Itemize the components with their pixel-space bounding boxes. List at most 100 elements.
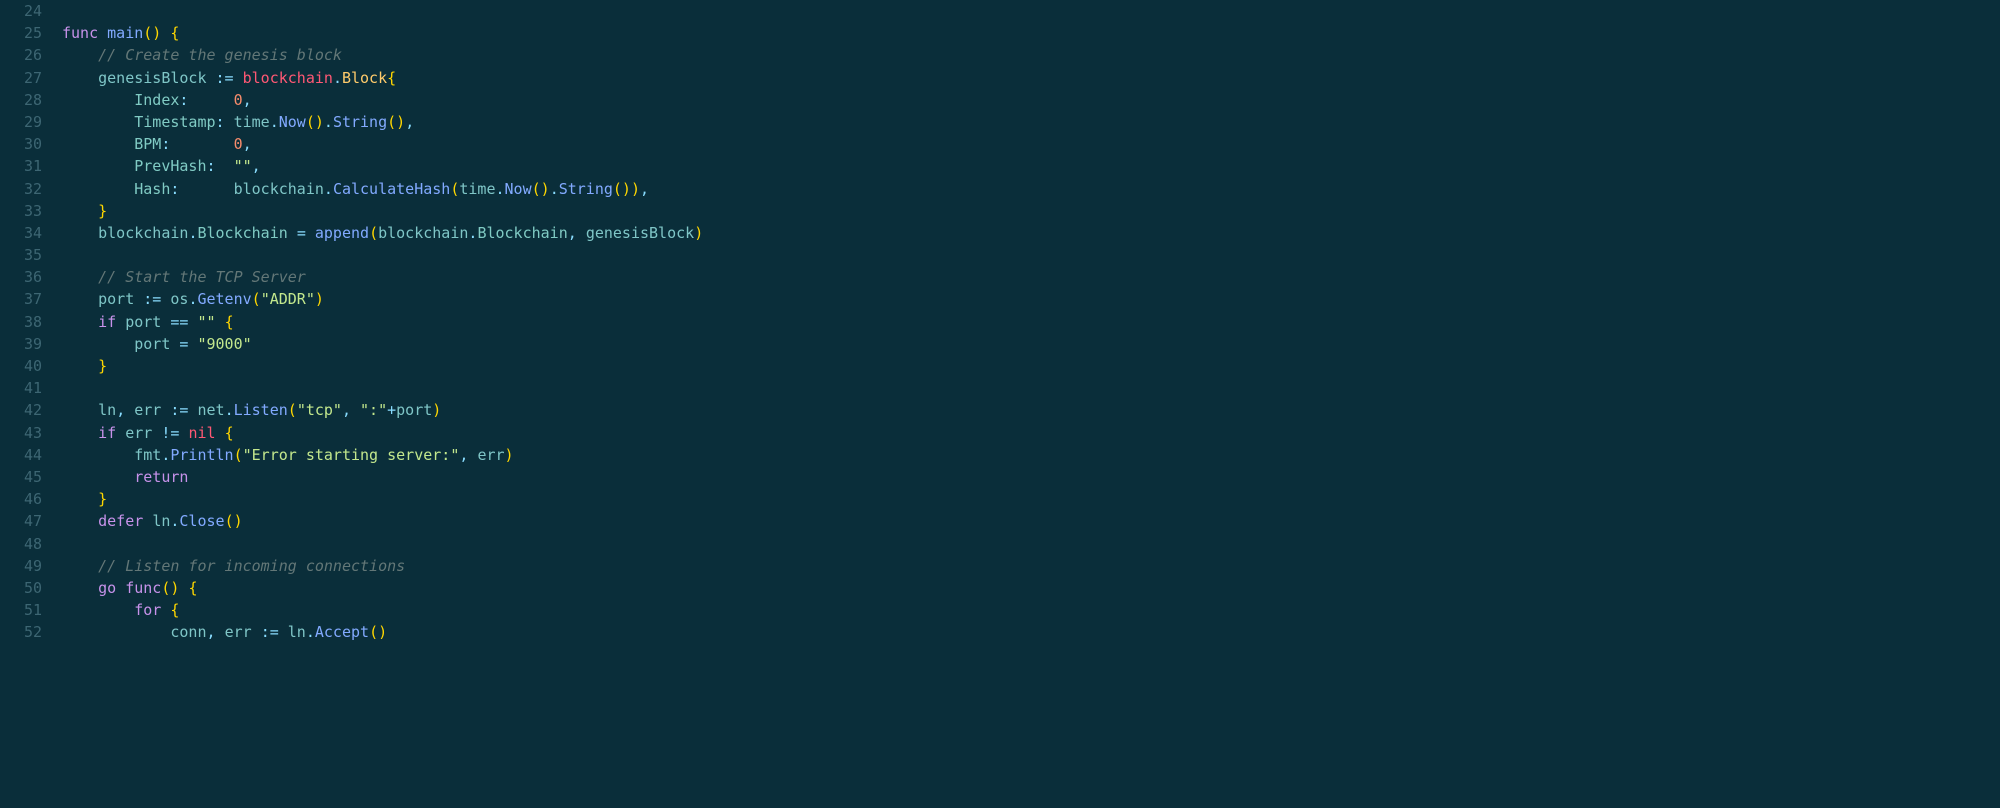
token-white xyxy=(116,424,125,442)
code-line[interactable]: Timestamp: time.Now().String(), xyxy=(62,111,2000,133)
token-kw: func xyxy=(62,24,98,42)
token-fn: Now xyxy=(279,113,306,131)
token-ident: port xyxy=(98,290,134,308)
token-punct: == xyxy=(170,313,188,331)
token-brace: ( xyxy=(369,224,378,242)
line-number: 31 xyxy=(0,155,42,177)
token-ident: blockchain xyxy=(234,180,324,198)
code-line[interactable] xyxy=(62,244,2000,266)
line-number: 34 xyxy=(0,222,42,244)
token-field: Hash xyxy=(134,180,170,198)
token-field: Blockchain xyxy=(197,224,287,242)
token-kw: if xyxy=(98,313,116,331)
token-kw: if xyxy=(98,424,116,442)
code-line[interactable] xyxy=(62,533,2000,555)
line-number: 35 xyxy=(0,244,42,266)
token-ident: err xyxy=(134,401,161,419)
token-white xyxy=(306,224,315,242)
token-white xyxy=(62,579,98,597)
token-ident: blockchain xyxy=(378,224,468,242)
token-fn: Println xyxy=(170,446,233,464)
code-line[interactable]: func main() { xyxy=(62,22,2000,44)
token-ident: blockchain xyxy=(98,224,188,242)
code-line[interactable]: } xyxy=(62,488,2000,510)
code-line[interactable]: defer ln.Close() xyxy=(62,510,2000,532)
token-field: BPM xyxy=(134,135,161,153)
code-line[interactable]: genesisBlock := blockchain.Block{ xyxy=(62,67,2000,89)
code-area[interactable]: func main() { // Create the genesis bloc… xyxy=(62,0,2000,808)
token-str: "" xyxy=(197,313,215,331)
code-line[interactable]: port := os.Getenv("ADDR") xyxy=(62,288,2000,310)
code-line[interactable]: PrevHash: "", xyxy=(62,155,2000,177)
token-ident: err xyxy=(225,623,252,641)
code-line[interactable]: if port == "" { xyxy=(62,311,2000,333)
token-punct: = xyxy=(297,224,306,242)
token-punct: , xyxy=(342,401,351,419)
token-str: ":" xyxy=(360,401,387,419)
code-line[interactable]: } xyxy=(62,200,2000,222)
token-white xyxy=(252,623,261,641)
line-number: 49 xyxy=(0,555,42,577)
token-brace: } xyxy=(98,202,107,220)
code-line[interactable]: go func() { xyxy=(62,577,2000,599)
token-white xyxy=(170,135,233,153)
token-white xyxy=(279,623,288,641)
token-white xyxy=(62,313,98,331)
code-line[interactable]: blockchain.Blockchain = append(blockchai… xyxy=(62,222,2000,244)
token-punct: , xyxy=(640,180,649,198)
token-white xyxy=(62,557,98,575)
code-line[interactable]: Index: 0, xyxy=(62,89,2000,111)
token-white xyxy=(62,490,98,508)
code-line[interactable]: // Listen for incoming connections xyxy=(62,555,2000,577)
token-white xyxy=(143,512,152,530)
token-white xyxy=(207,69,216,87)
token-brace: { xyxy=(188,579,197,597)
line-number: 44 xyxy=(0,444,42,466)
code-line[interactable]: conn, err := ln.Accept() xyxy=(62,621,2000,643)
line-number: 41 xyxy=(0,377,42,399)
token-ident: err xyxy=(125,424,152,442)
token-punct: . xyxy=(225,401,234,419)
token-brace: () xyxy=(306,113,324,131)
token-field: Index xyxy=(134,91,179,109)
code-line[interactable] xyxy=(62,0,2000,22)
code-line[interactable]: Hash: blockchain.CalculateHash(time.Now(… xyxy=(62,178,2000,200)
token-white xyxy=(188,91,233,109)
code-editor[interactable]: 2425262728293031323334353637383940414243… xyxy=(0,0,2000,808)
token-ident: conn xyxy=(170,623,206,641)
line-number: 42 xyxy=(0,399,42,421)
token-white xyxy=(62,46,98,64)
code-line[interactable]: for { xyxy=(62,599,2000,621)
token-punct: , xyxy=(252,157,261,175)
code-line[interactable]: ln, err := net.Listen("tcp", ":"+port) xyxy=(62,399,2000,421)
token-white xyxy=(216,313,225,331)
token-brace: () xyxy=(387,113,405,131)
token-white xyxy=(179,180,233,198)
line-number: 37 xyxy=(0,288,42,310)
token-ident: time xyxy=(459,180,495,198)
code-line[interactable]: fmt.Println("Error starting server:", er… xyxy=(62,444,2000,466)
line-number: 26 xyxy=(0,44,42,66)
line-number: 46 xyxy=(0,488,42,510)
code-line[interactable]: BPM: 0, xyxy=(62,133,2000,155)
token-fn: CalculateHash xyxy=(333,180,450,198)
code-line[interactable]: return xyxy=(62,466,2000,488)
line-number: 40 xyxy=(0,355,42,377)
code-line[interactable]: // Start the TCP Server xyxy=(62,266,2000,288)
token-punct: : xyxy=(207,157,216,175)
code-line[interactable]: port = "9000" xyxy=(62,333,2000,355)
code-line[interactable]: } xyxy=(62,355,2000,377)
line-number: 48 xyxy=(0,533,42,555)
token-white xyxy=(216,623,225,641)
token-punct: , xyxy=(568,224,577,242)
line-number: 36 xyxy=(0,266,42,288)
token-field: Blockchain xyxy=(477,224,567,242)
token-white xyxy=(225,113,234,131)
code-line[interactable]: // Create the genesis block xyxy=(62,44,2000,66)
token-punct: . xyxy=(333,69,342,87)
token-brace: } xyxy=(98,490,107,508)
code-line[interactable]: if err != nil { xyxy=(62,422,2000,444)
code-line[interactable] xyxy=(62,377,2000,399)
token-fn: Accept xyxy=(315,623,369,641)
token-white xyxy=(351,401,360,419)
